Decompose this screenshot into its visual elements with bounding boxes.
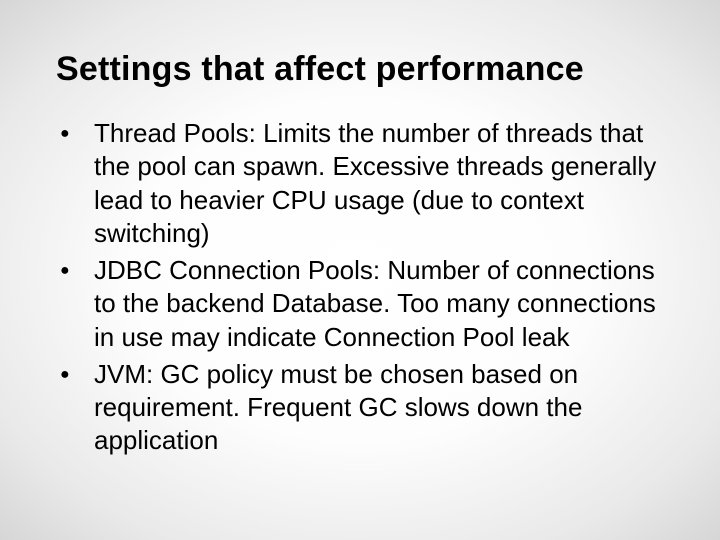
list-item: JVM: GC policy must be chosen based on r… — [50, 358, 670, 458]
list-item: Thread Pools: Limits the number of threa… — [50, 117, 670, 250]
list-item: JDBC Connection Pools: Number of connect… — [50, 254, 670, 354]
bullet-list: Thread Pools: Limits the number of threa… — [50, 117, 680, 458]
slide: Settings that affect performance Thread … — [0, 0, 720, 540]
slide-title: Settings that affect performance — [56, 50, 680, 89]
